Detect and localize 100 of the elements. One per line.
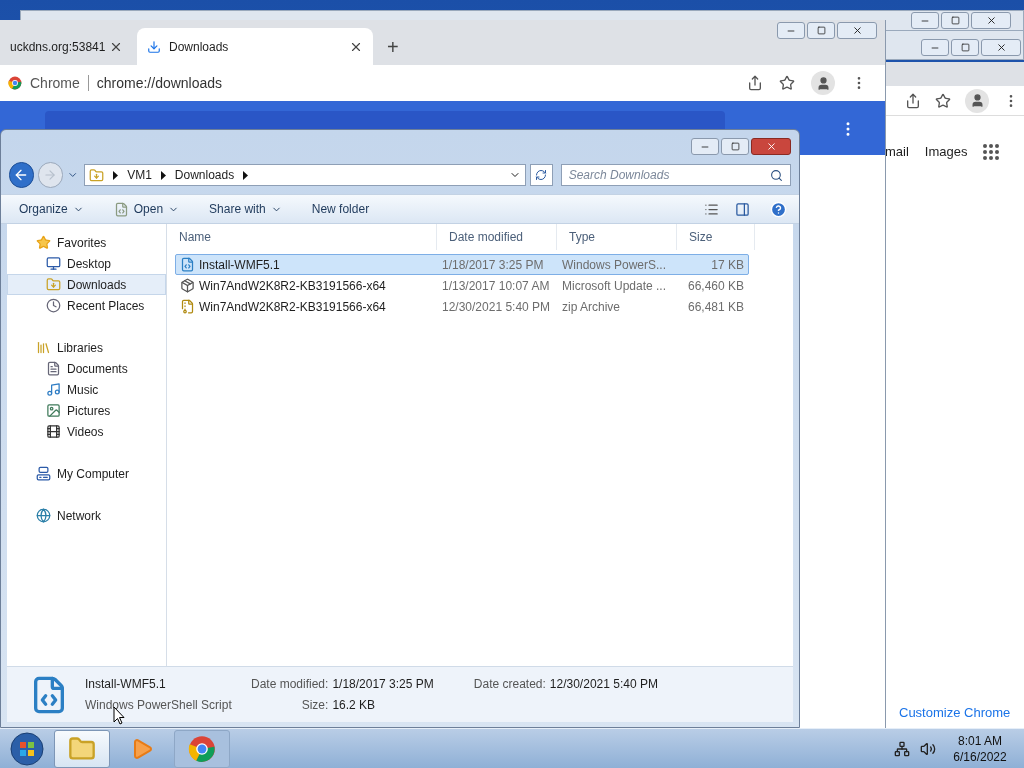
file-name: Win7AndW2K8R2-KB3191566-x64 <box>199 277 386 295</box>
search-icon <box>770 168 783 182</box>
toolbar-button[interactable]: Organize <box>19 200 84 218</box>
details-name: Install-WMF5.1 <box>85 676 167 693</box>
taskbar-button[interactable] <box>174 729 230 768</box>
volume-icon[interactable] <box>920 740 936 757</box>
breadcrumb-item[interactable]: VM1 <box>127 166 152 184</box>
star-icon <box>36 235 51 250</box>
script-file-icon <box>180 257 195 272</box>
computer-icon <box>36 466 51 481</box>
nav-label: Downloads <box>67 276 127 294</box>
tab-title: Downloads <box>169 38 229 56</box>
help-icon[interactable] <box>770 200 787 218</box>
nav-label: Videos <box>67 423 104 441</box>
apps-grid-icon[interactable] <box>983 143 1000 160</box>
file-row[interactable]: Install-WMF5.1 1/18/2017 3:25 PM Windows PowerS... 17 KB <box>175 254 749 275</box>
file-row[interactable]: Win7AndW2K8R2-KB3191566-x64 1/13/2017 10:07 AM Microsoft Update ... 66,460 KB <box>175 275 749 296</box>
view-options-icon[interactable] <box>704 201 719 217</box>
field-label: Size: <box>300 697 329 714</box>
breadcrumb-arrow-icon[interactable] <box>242 170 250 180</box>
monitor-icon <box>46 256 61 271</box>
field-label: Date modified: <box>251 676 329 693</box>
person-icon <box>815 75 831 91</box>
refresh-button[interactable] <box>529 164 553 186</box>
clock-time[interactable]: 8:01 AM <box>958 732 1002 749</box>
address-bar[interactable]: Chrome chrome://downloads <box>8 69 747 97</box>
header-link[interactable]: Images <box>924 142 968 162</box>
browser-tab[interactable]: uckdns.org:53841 <box>0 28 133 65</box>
breadcrumb-arrow-icon[interactable] <box>159 170 167 180</box>
close-button[interactable] <box>751 138 791 155</box>
close-icon <box>765 141 777 152</box>
nav-item[interactable]: Documents <box>7 358 166 379</box>
nav-item[interactable]: Music <box>7 379 166 400</box>
download-icon <box>147 39 161 54</box>
nav-label: Desktop <box>67 255 112 273</box>
close-icon <box>851 25 863 36</box>
tab-title: uckdns.org:53841 <box>10 38 106 56</box>
column-header[interactable]: Name <box>167 224 437 250</box>
browser-tab[interactable]: Downloads <box>137 28 373 65</box>
folder-icon <box>68 734 96 763</box>
profile-button[interactable] <box>965 88 989 113</box>
file-name: Win7AndW2K8R2-KB3191566-x64 <box>199 298 386 316</box>
size-cell-text: 66,481 KB <box>686 298 745 316</box>
nav-label: Libraries <box>57 339 104 357</box>
column-header[interactable]: Type <box>557 224 677 250</box>
nav-item[interactable]: Libraries <box>7 337 166 358</box>
toolbar-button[interactable]: Share with <box>209 200 282 218</box>
field-label: Date created: <box>473 676 546 693</box>
maximize-icon <box>816 26 826 35</box>
column-header[interactable]: Date modified <box>437 224 557 250</box>
type-cell-text: zip Archive <box>561 298 622 316</box>
nav-item[interactable]: My Computer <box>7 463 166 484</box>
breadcrumb-arrow-icon[interactable] <box>112 170 120 180</box>
type-cell-text: Windows PowerS... <box>561 256 668 274</box>
maximize-icon <box>950 16 960 25</box>
close-icon <box>995 42 1007 53</box>
bookmark-star-icon[interactable] <box>935 92 951 109</box>
preview-pane-icon[interactable] <box>735 201 750 217</box>
nav-label: Documents <box>67 360 128 378</box>
nav-item[interactable]: Recent Places <box>7 295 166 316</box>
taskbar-button[interactable] <box>54 729 110 768</box>
nav-label: Pictures <box>67 402 111 420</box>
file-row[interactable]: Win7AndW2K8R2-KB3191566-x64 12/30/2021 5:40 PM zip Archive 66,481 KB <box>175 296 749 317</box>
site-label: Chrome <box>30 73 80 93</box>
maximize-button[interactable] <box>941 12 969 29</box>
header-link[interactable]: mail <box>885 142 909 162</box>
customize-link[interactable]: Customize Chrome <box>899 704 1011 720</box>
maximize-button[interactable] <box>951 39 979 56</box>
nav-label: Network <box>57 507 101 525</box>
nav-label: Music <box>67 381 99 399</box>
address-bar[interactable]: VM1 Downloads <box>84 164 526 186</box>
clock-date[interactable]: 6/16/2022 <box>953 748 1007 765</box>
search-field[interactable]: Search Downloads <box>560 164 791 186</box>
breadcrumb-item[interactable]: Downloads <box>174 166 235 184</box>
nav-label: My Computer <box>57 465 130 483</box>
windows-logo-icon <box>10 731 44 766</box>
nav-item[interactable]: Network <box>7 505 166 526</box>
back-button[interactable] <box>9 162 34 188</box>
nav-item[interactable]: Desktop <box>7 253 166 274</box>
toolbar-button[interactable]: Open <box>113 200 180 218</box>
film-icon <box>46 424 61 439</box>
toolbar-button[interactable]: New folder <box>311 200 370 218</box>
new-tab-button[interactable]: + <box>373 28 413 65</box>
chrome-logo-icon <box>188 734 216 763</box>
profile-button[interactable] <box>811 71 835 95</box>
nav-item[interactable]: Pictures <box>7 400 166 421</box>
share-icon[interactable] <box>747 75 763 91</box>
nav-item[interactable]: Favorites <box>7 232 166 253</box>
nav-label: Favorites <box>57 234 107 252</box>
music-note-icon <box>46 382 61 397</box>
maximize-button[interactable] <box>807 22 835 39</box>
nav-item[interactable]: Downloads <box>7 274 166 295</box>
maximize-button[interactable] <box>721 138 749 155</box>
share-icon[interactable] <box>905 92 921 109</box>
column-header[interactable]: Size <box>677 224 755 250</box>
globe-icon <box>36 508 51 523</box>
nav-item[interactable]: Videos <box>7 421 166 442</box>
network-icon[interactable] <box>894 740 910 757</box>
date-cell-text: 1/18/2017 3:25 PM <box>441 256 545 274</box>
bookmark-star-icon[interactable] <box>779 75 795 91</box>
